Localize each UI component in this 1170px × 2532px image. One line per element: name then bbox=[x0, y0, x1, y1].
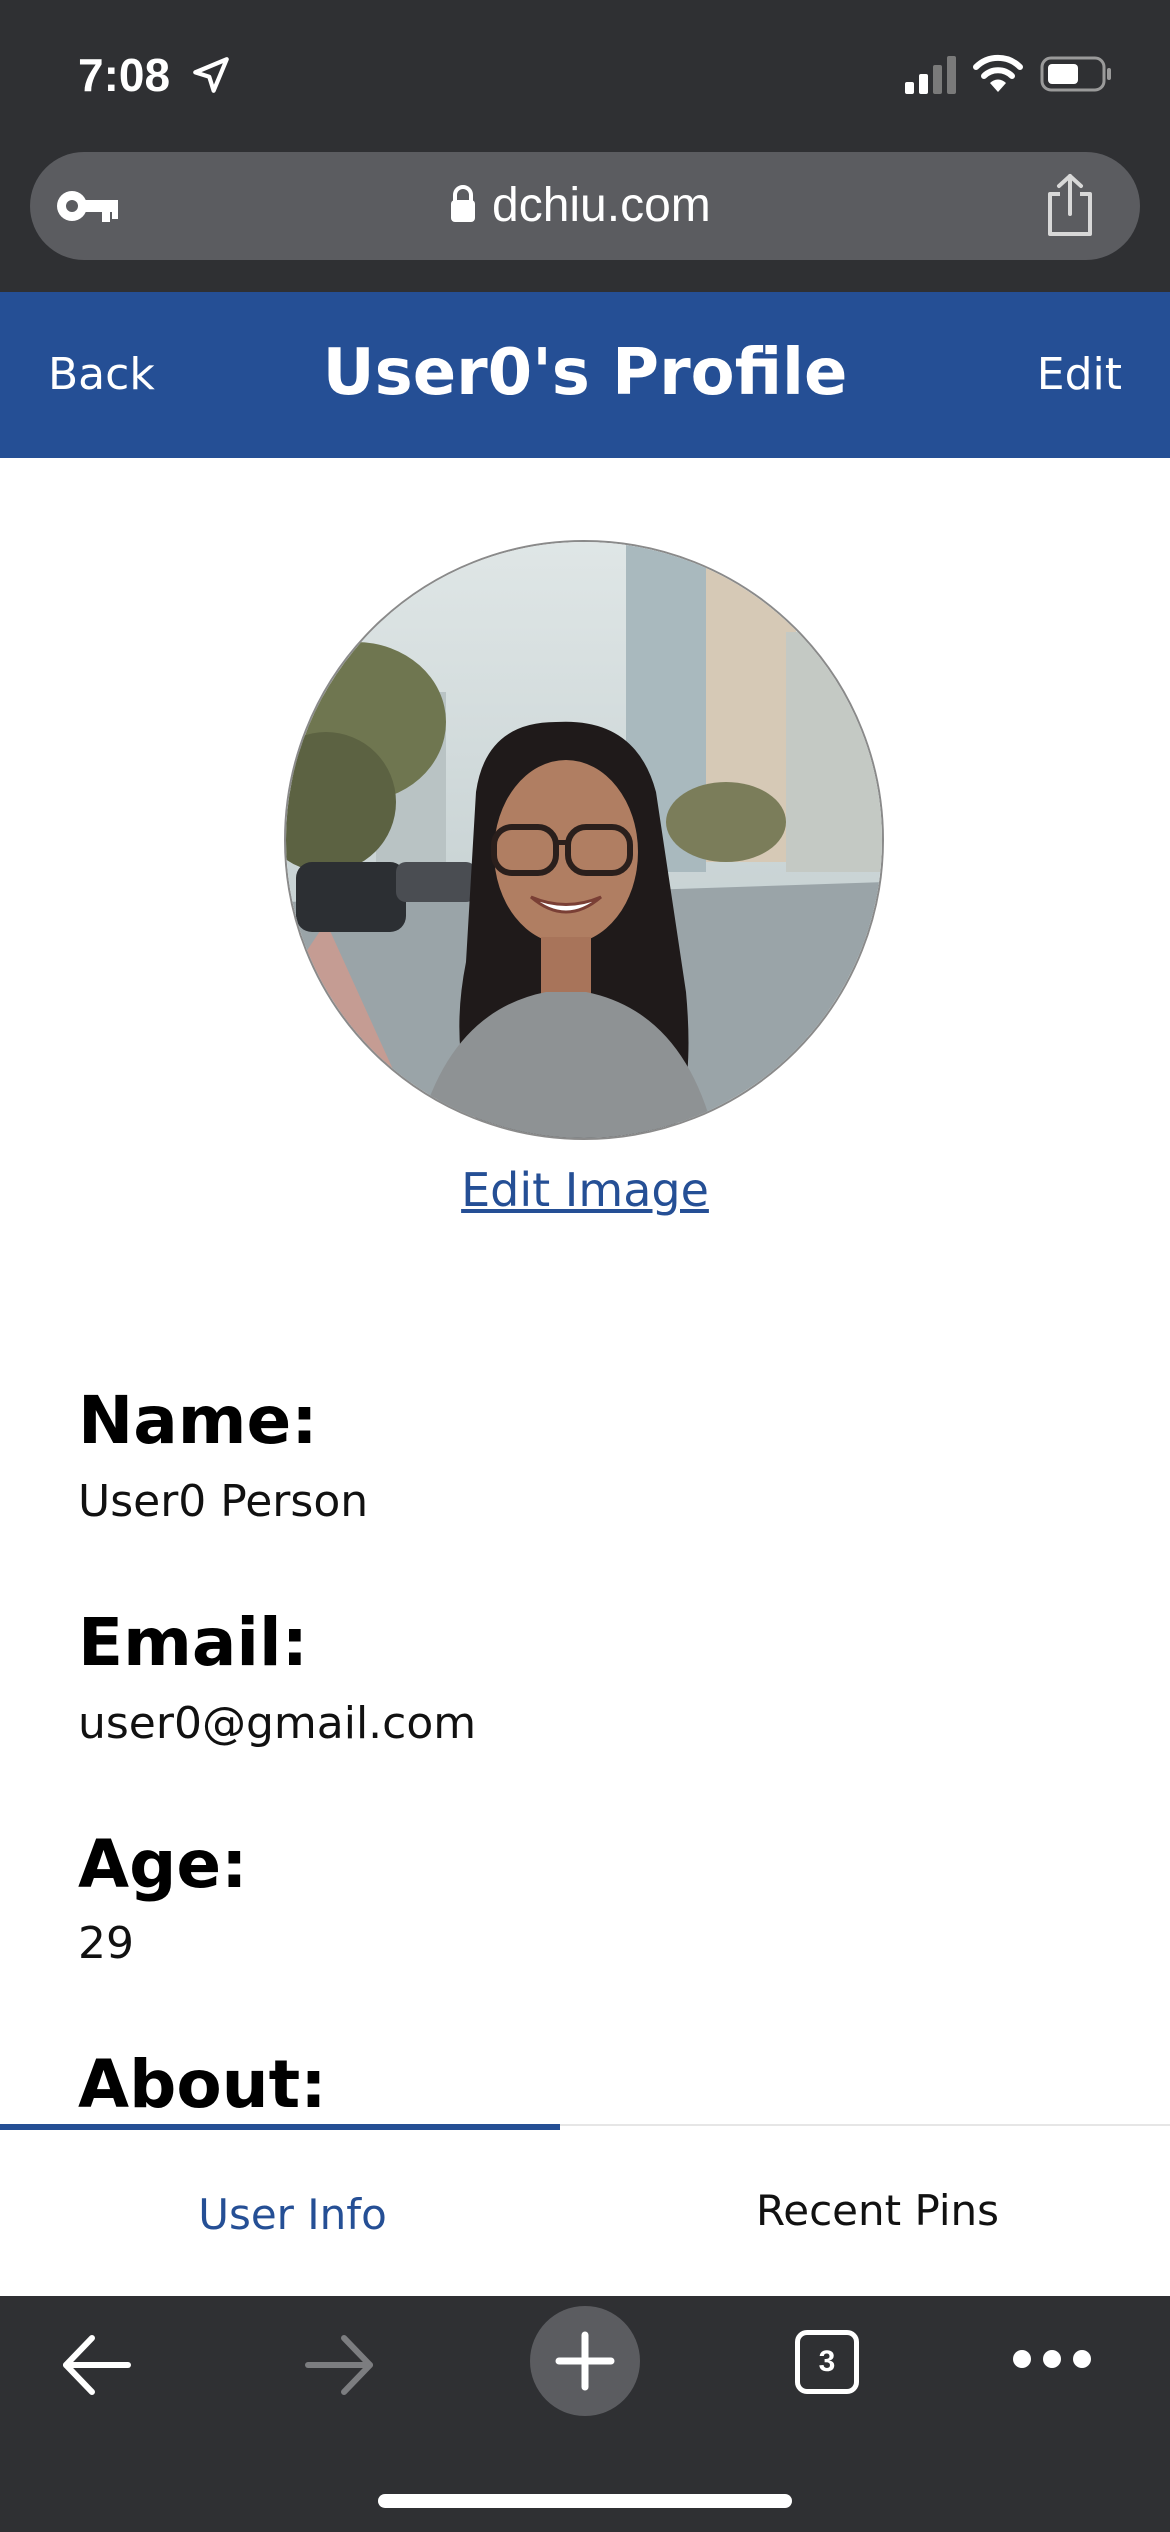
tab-recent-pins[interactable]: Recent Pins bbox=[585, 2126, 1170, 2296]
tab-user-info[interactable]: User Info bbox=[0, 2126, 585, 2296]
back-button[interactable]: Back bbox=[48, 342, 155, 408]
age-label: Age: bbox=[78, 1826, 248, 1903]
home-indicator[interactable] bbox=[378, 2494, 792, 2508]
lock-icon bbox=[451, 185, 475, 222]
plus-icon bbox=[555, 2331, 615, 2391]
name-value: User0 Person bbox=[78, 1476, 369, 1527]
more-icon[interactable] bbox=[1010, 2344, 1094, 2374]
status-time: 7:08 bbox=[78, 49, 171, 101]
key-icon[interactable] bbox=[52, 182, 122, 230]
edit-image-link[interactable]: Edit Image bbox=[0, 1158, 1170, 1222]
page-title: User0's Profile bbox=[322, 336, 848, 410]
back-arrow-icon[interactable] bbox=[58, 2332, 134, 2398]
email-value: user0@gmail.com bbox=[78, 1698, 477, 1749]
new-tab-button[interactable] bbox=[530, 2306, 640, 2416]
tabs-icon[interactable]: 3 bbox=[795, 2330, 859, 2394]
email-label: Email: bbox=[78, 1604, 309, 1681]
battery-icon bbox=[1040, 56, 1111, 92]
about-label: About: bbox=[78, 2046, 327, 2123]
address-bar[interactable]: dchiu.com bbox=[30, 152, 1140, 260]
forward-arrow-icon[interactable] bbox=[302, 2332, 378, 2398]
profile-avatar bbox=[284, 540, 884, 1140]
wifi-icon bbox=[973, 54, 1023, 92]
cellular-signal-icon bbox=[905, 56, 956, 94]
name-label: Name: bbox=[78, 1382, 318, 1459]
profile-photo bbox=[286, 542, 882, 1138]
edit-button[interactable]: Edit bbox=[1037, 342, 1122, 408]
app-header: Back User0's Profile Edit bbox=[0, 292, 1170, 458]
browser-top-chrome: 7:08 dchiu.com bbox=[0, 0, 1170, 292]
age-value: 29 bbox=[78, 1918, 134, 1969]
location-arrow-icon bbox=[193, 57, 229, 93]
tab-bar: User Info Recent Pins bbox=[0, 2124, 1170, 2296]
share-icon[interactable] bbox=[1042, 172, 1098, 238]
url-text[interactable]: dchiu.com bbox=[492, 174, 711, 238]
